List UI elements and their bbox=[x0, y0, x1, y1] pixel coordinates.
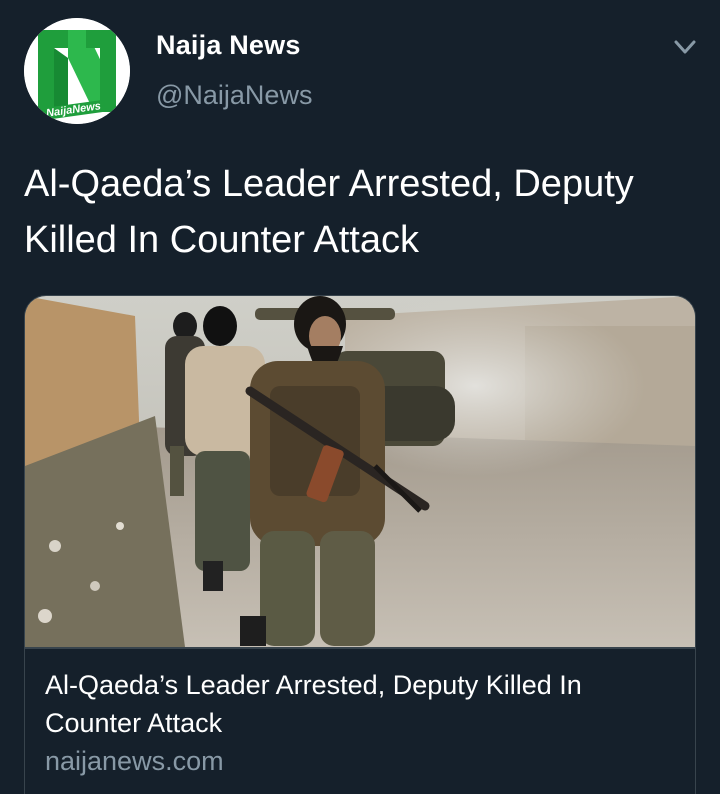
card-domain[interactable]: naijanews.com bbox=[45, 746, 224, 777]
link-card[interactable]: Al-Qaeda’s Leader Arrested, Deputy Kille… bbox=[24, 295, 696, 794]
tweet: NaijaNews Naija News @NaijaNews Al-Qaeda… bbox=[0, 0, 720, 794]
news-photo bbox=[25, 296, 695, 647]
chevron-down-icon[interactable] bbox=[670, 33, 700, 61]
user-handle[interactable]: @NaijaNews bbox=[156, 80, 312, 111]
card-divider bbox=[25, 647, 695, 649]
card-title[interactable]: Al-Qaeda’s Leader Arrested, Deputy Kille… bbox=[45, 666, 665, 742]
card-image[interactable] bbox=[25, 296, 695, 647]
tweet-text: Al-Qaeda’s Leader Arrested, Deputy Kille… bbox=[24, 163, 634, 261]
display-name[interactable]: Naija News bbox=[156, 30, 301, 61]
avatar[interactable]: NaijaNews bbox=[24, 18, 130, 124]
